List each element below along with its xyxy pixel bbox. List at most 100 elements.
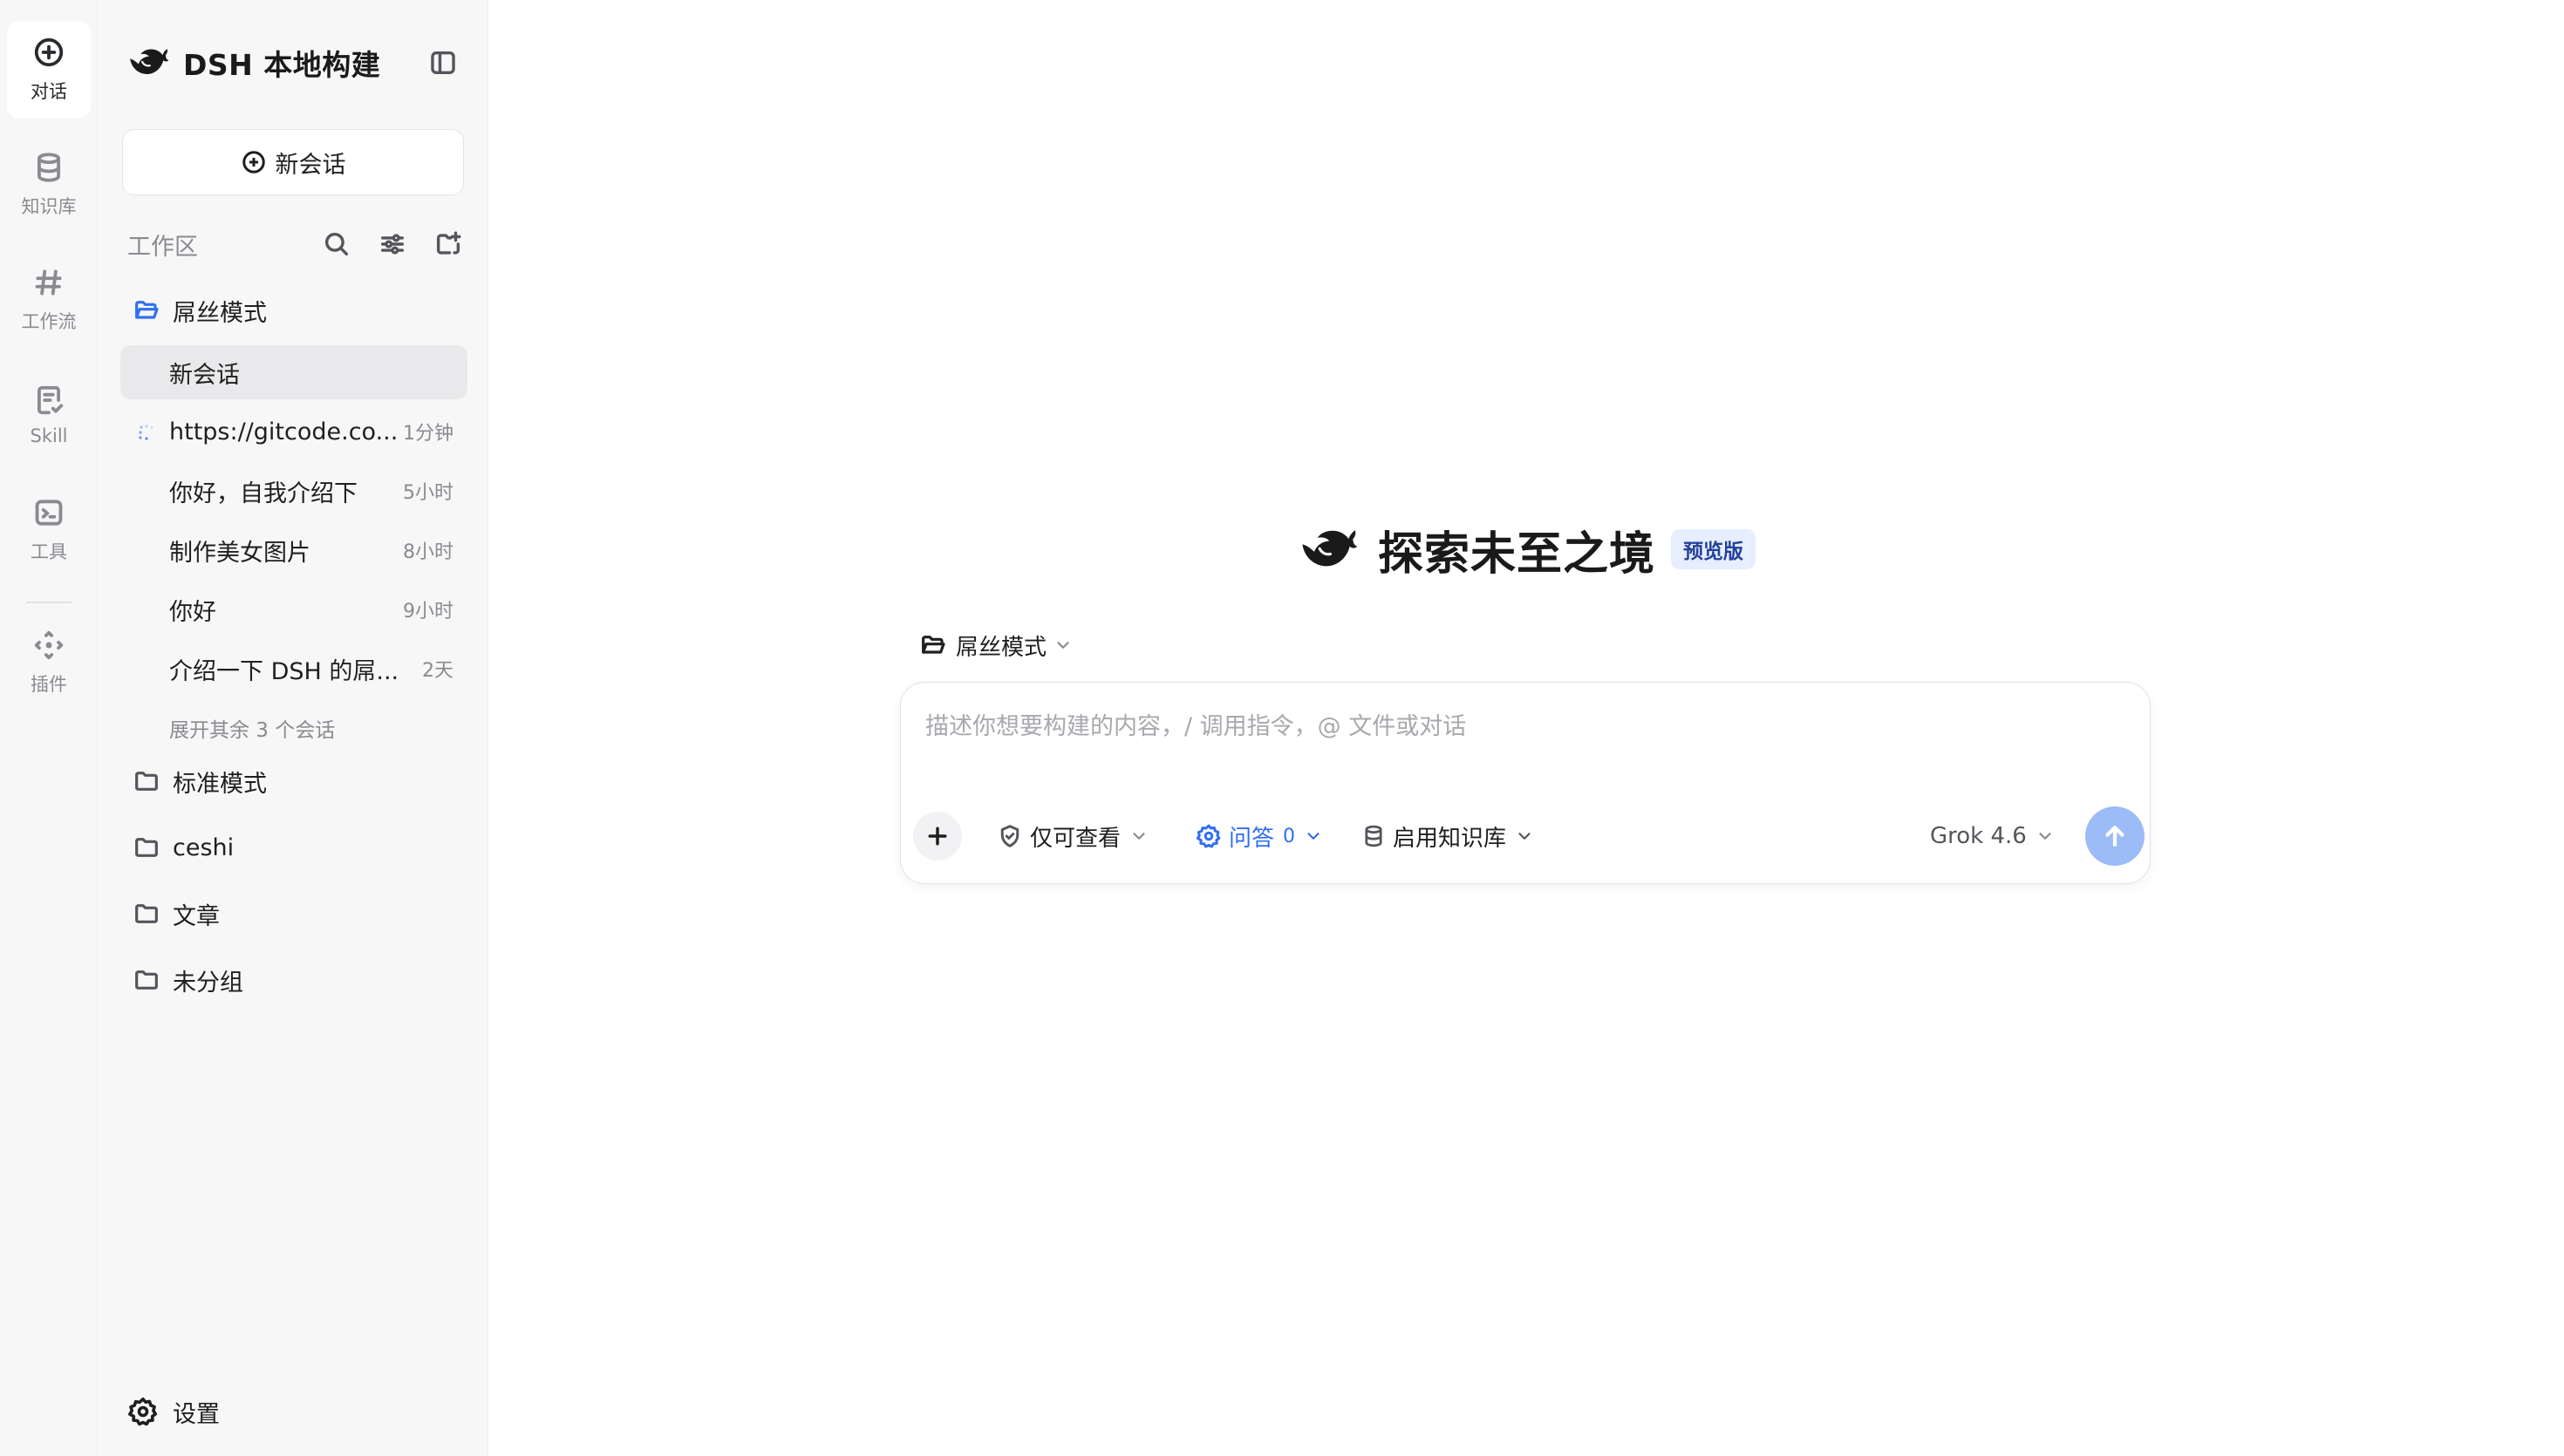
conversation-item[interactable]: 制作美女图片 8小时 [120, 523, 467, 577]
rail-item-chat[interactable]: 对话 [7, 21, 91, 119]
plus-circle-icon [242, 151, 265, 173]
rail-divider [26, 602, 72, 603]
composer: 仅可查看 问答 0 启用知识库 Grok 4.6 [900, 682, 2151, 884]
new-folder-button[interactable] [429, 225, 467, 263]
qa-count: 0 [1283, 825, 1296, 847]
settings-label: 设置 [173, 1400, 220, 1428]
conversation-item[interactable]: 你好，自我介绍下 5小时 [120, 464, 467, 518]
send-button[interactable] [2085, 806, 2145, 866]
database-icon [1365, 825, 1382, 847]
hero-title: 探索未至之境 [1378, 527, 1656, 581]
rail-item-workflow[interactable]: 工作流 [7, 251, 91, 349]
folder-item[interactable]: ceshi [133, 821, 464, 874]
brand-title: DSH 本地构建 [183, 48, 381, 82]
workspace-title: 工作区 [127, 233, 198, 261]
conversation-title: 介绍一下 DSH 的屌... [169, 657, 399, 685]
access-mode-label: 仅可查看 [1030, 825, 1122, 852]
brand: DSH 本地构建 [126, 40, 380, 85]
mode-label: 屌丝模式 [956, 634, 1047, 661]
arrow-up-icon [2105, 825, 2124, 847]
chevron-down-icon [2039, 833, 2051, 840]
knowledge-base-dropdown[interactable]: 启用知识库 [1361, 812, 1534, 861]
conversation-title: 制作美女图片 [169, 539, 310, 567]
conversation-time: 2天 [422, 660, 453, 682]
model-selector[interactable]: Grok 4.6 [1930, 812, 2055, 861]
conversation-time: 8小时 [403, 541, 453, 563]
left-rail: 对话 知识库 工作流 Skill 工具 插件 [0, 0, 98, 1456]
folder-item[interactable]: 文章 [133, 888, 464, 940]
rail-item-label: 工作流 [21, 311, 77, 332]
conversation-time: 1分钟 [403, 423, 453, 445]
qa-label: 问答 [1229, 825, 1275, 852]
whale-logo-icon [1296, 520, 1360, 578]
rail-item-plugins[interactable]: 插件 [7, 614, 91, 711]
plugin-move-icon [34, 630, 64, 660]
conversation-title: 你好 [169, 598, 216, 626]
rail-item-skill[interactable]: Skill [7, 366, 91, 464]
folder-item[interactable]: 未分组 [133, 954, 464, 1006]
collapse-sidebar-button[interactable] [426, 45, 460, 80]
conversation-title: 新会话 [169, 361, 240, 389]
rail-item-label: 插件 [31, 674, 67, 695]
chevron-down-icon [1133, 833, 1145, 840]
hash-icon [35, 269, 62, 296]
rail-item-label: 知识库 [21, 196, 77, 217]
search-button[interactable] [317, 225, 356, 263]
rail-item-label: Skill [30, 425, 68, 446]
folder-plus-icon [436, 231, 461, 255]
rail-item-tools[interactable]: 工具 [7, 481, 91, 579]
conversation-item[interactable]: 新会话 [120, 345, 467, 399]
database-icon [38, 153, 60, 182]
workspace-header: 工作区 [127, 225, 467, 263]
conversation-item[interactable]: https://gitcode.co... 1分钟 [120, 405, 467, 459]
shield-check-icon [1000, 825, 1019, 847]
model-label: Grok 4.6 [1930, 823, 2027, 849]
chevron-down-icon [1518, 833, 1531, 840]
gear-icon [1196, 824, 1221, 848]
add-attachment-button[interactable] [913, 812, 962, 861]
rail-item-label: 对话 [31, 81, 67, 102]
sliders-icon [380, 234, 405, 255]
conversation-time: 9小时 [403, 601, 453, 623]
expand-more-conversations-link[interactable]: 展开其余 3 个会话 [169, 713, 335, 743]
sidebar: DSH 本地构建 新会话 工作区 屌丝模式 新会话 https://gitcod… [98, 0, 488, 1456]
filter-button[interactable] [373, 225, 412, 263]
sidebar-toggle-icon [431, 51, 455, 75]
conversation-item[interactable]: 介绍一下 DSH 的屌... 2天 [120, 642, 467, 696]
conversation-title: https://gitcode.co... [169, 418, 399, 446]
rail-item-label: 工具 [31, 541, 67, 562]
folder-icon [135, 904, 158, 923]
conversation-time: 5小时 [403, 482, 453, 504]
knowledge-base-label: 启用知识库 [1393, 825, 1507, 852]
prompt-input[interactable] [925, 702, 2129, 751]
new-chat-button[interactable]: 新会话 [122, 129, 464, 195]
access-mode-dropdown[interactable]: 仅可查看 [997, 812, 1149, 861]
folder-icon [135, 838, 158, 857]
folder-item[interactable]: 标准模式 [133, 755, 464, 807]
whale-logo-icon [126, 42, 171, 84]
folder-open-icon [922, 636, 945, 654]
plus-icon [928, 827, 947, 846]
folder-item[interactable]: 屌丝模式 [133, 284, 464, 337]
folder-icon [135, 772, 158, 791]
terminal-icon [35, 500, 63, 526]
folder-name: 标准模式 [173, 770, 267, 798]
preview-badge: 预览版 [1671, 529, 1756, 569]
new-chat-label: 新会话 [275, 151, 346, 179]
hero: 探索未至之境 预览版 [1296, 518, 1756, 581]
folder-open-icon [135, 301, 159, 319]
mode-selector[interactable]: 屌丝模式 [919, 628, 1073, 663]
folder-name: 未分组 [173, 969, 243, 997]
settings-button[interactable]: 设置 [127, 1390, 220, 1433]
gear-icon [128, 1397, 158, 1426]
conversation-title: 你好，自我介绍下 [169, 480, 358, 507]
qa-dropdown[interactable]: 问答 0 [1196, 812, 1323, 861]
conversation-item[interactable]: 你好 9小时 [120, 582, 467, 636]
rail-item-knowledge-base[interactable]: 知识库 [7, 136, 91, 234]
chevron-down-icon [1057, 642, 1069, 649]
folder-icon [135, 970, 158, 990]
folder-name: 屌丝模式 [173, 299, 267, 327]
loading-spinner-icon [139, 425, 153, 440]
plus-circle-icon [34, 37, 64, 67]
folder-name: ceshi [173, 833, 235, 861]
